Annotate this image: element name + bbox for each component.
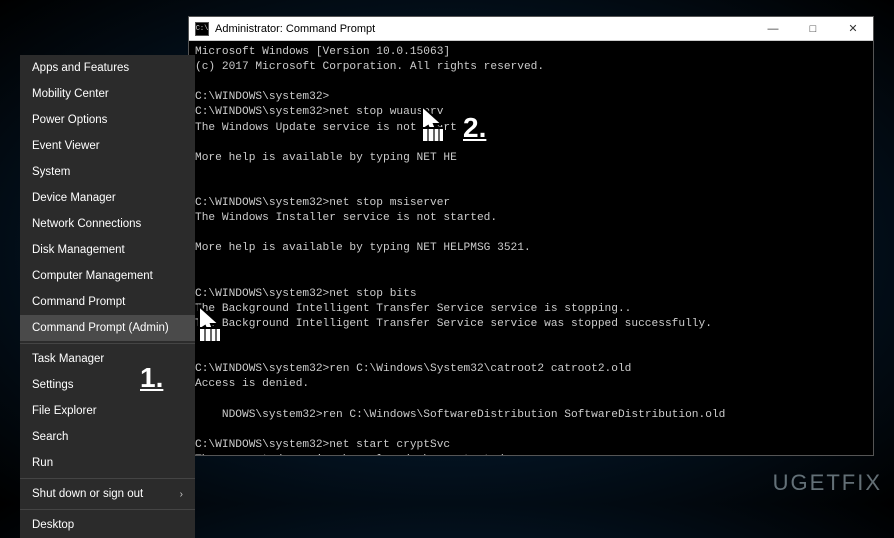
minimize-button[interactable]: — [753, 17, 793, 41]
menu-item-label: Disk Management [32, 244, 125, 256]
winx-group-1: Apps and Features Mobility Center Power Op… [20, 55, 195, 341]
winx-menu-item[interactable]: Power Options [20, 107, 195, 133]
cmd-icon: C:\ [195, 22, 209, 36]
menu-item-label: Run [32, 457, 53, 469]
command-prompt-window: C:\ Administrator: Command Prompt — □ ✕ … [188, 16, 874, 456]
step-label-1: 1. [140, 362, 163, 394]
winx-menu-item[interactable]: Desktop [20, 512, 195, 538]
winx-menu-item[interactable]: Settings [20, 372, 195, 398]
winx-menu-item[interactable]: Shut down or sign out › [20, 481, 195, 507]
menu-separator [20, 478, 195, 479]
menu-item-label: Mobility Center [32, 88, 109, 100]
menu-item-label: Command Prompt [32, 296, 125, 308]
menu-item-label: Settings [32, 379, 74, 391]
menu-separator [20, 343, 195, 344]
menu-item-label: Device Manager [32, 192, 116, 204]
menu-item-label: Network Connections [32, 218, 141, 230]
winx-menu-item[interactable]: Command Prompt (Admin) [20, 315, 195, 341]
winx-context-menu: Apps and Features Mobility Center Power Op… [20, 55, 195, 538]
winx-menu-item[interactable]: Task Manager [20, 346, 195, 372]
menu-item-label: Event Viewer [32, 140, 100, 152]
window-controls: — □ ✕ [753, 17, 873, 41]
winx-menu-item[interactable]: Device Manager [20, 185, 195, 211]
close-button[interactable]: ✕ [833, 17, 873, 41]
menu-item-label: Search [32, 431, 68, 443]
winx-menu-item[interactable]: Computer Management [20, 263, 195, 289]
winx-menu-item[interactable]: Disk Management [20, 237, 195, 263]
winx-menu-item[interactable]: Command Prompt [20, 289, 195, 315]
menu-item-label: Computer Management [32, 270, 153, 282]
winx-group-3: Shut down or sign out › [20, 481, 195, 507]
menu-item-label: File Explorer [32, 405, 97, 417]
winx-menu-item[interactable]: Search [20, 424, 195, 450]
winx-menu-item[interactable]: Event Viewer [20, 133, 195, 159]
menu-separator [20, 509, 195, 510]
winx-menu-item[interactable]: System [20, 159, 195, 185]
cmd-titlebar[interactable]: C:\ Administrator: Command Prompt — □ ✕ [189, 17, 873, 41]
menu-item-label: Apps and Features [32, 62, 129, 74]
menu-item-label: Command Prompt (Admin) [32, 322, 169, 334]
cmd-title-left: C:\ Administrator: Command Prompt [195, 22, 375, 36]
cmd-window-title: Administrator: Command Prompt [215, 23, 375, 35]
chevron-right-icon: › [180, 489, 183, 500]
maximize-button[interactable]: □ [793, 17, 833, 41]
winx-menu-item[interactable]: Network Connections [20, 211, 195, 237]
watermark-text: UGETFIX [773, 470, 882, 496]
winx-menu-item[interactable]: Apps and Features [20, 55, 195, 81]
menu-item-label: System [32, 166, 70, 178]
winx-group-2: Task Manager Settings File Explorer Search R… [20, 346, 195, 476]
menu-item-label: Shut down or sign out [32, 488, 143, 500]
menu-item-label: Task Manager [32, 353, 104, 365]
menu-item-label: Power Options [32, 114, 107, 126]
step-label-2: 2. [463, 112, 486, 144]
winx-group-4: Desktop [20, 512, 195, 538]
winx-menu-item[interactable]: Run [20, 450, 195, 476]
winx-menu-item[interactable]: File Explorer [20, 398, 195, 424]
menu-item-label: Desktop [32, 519, 74, 531]
cmd-output-area[interactable]: Microsoft Windows [Version 10.0.15063] (… [189, 41, 873, 455]
winx-menu-item[interactable]: Mobility Center [20, 81, 195, 107]
